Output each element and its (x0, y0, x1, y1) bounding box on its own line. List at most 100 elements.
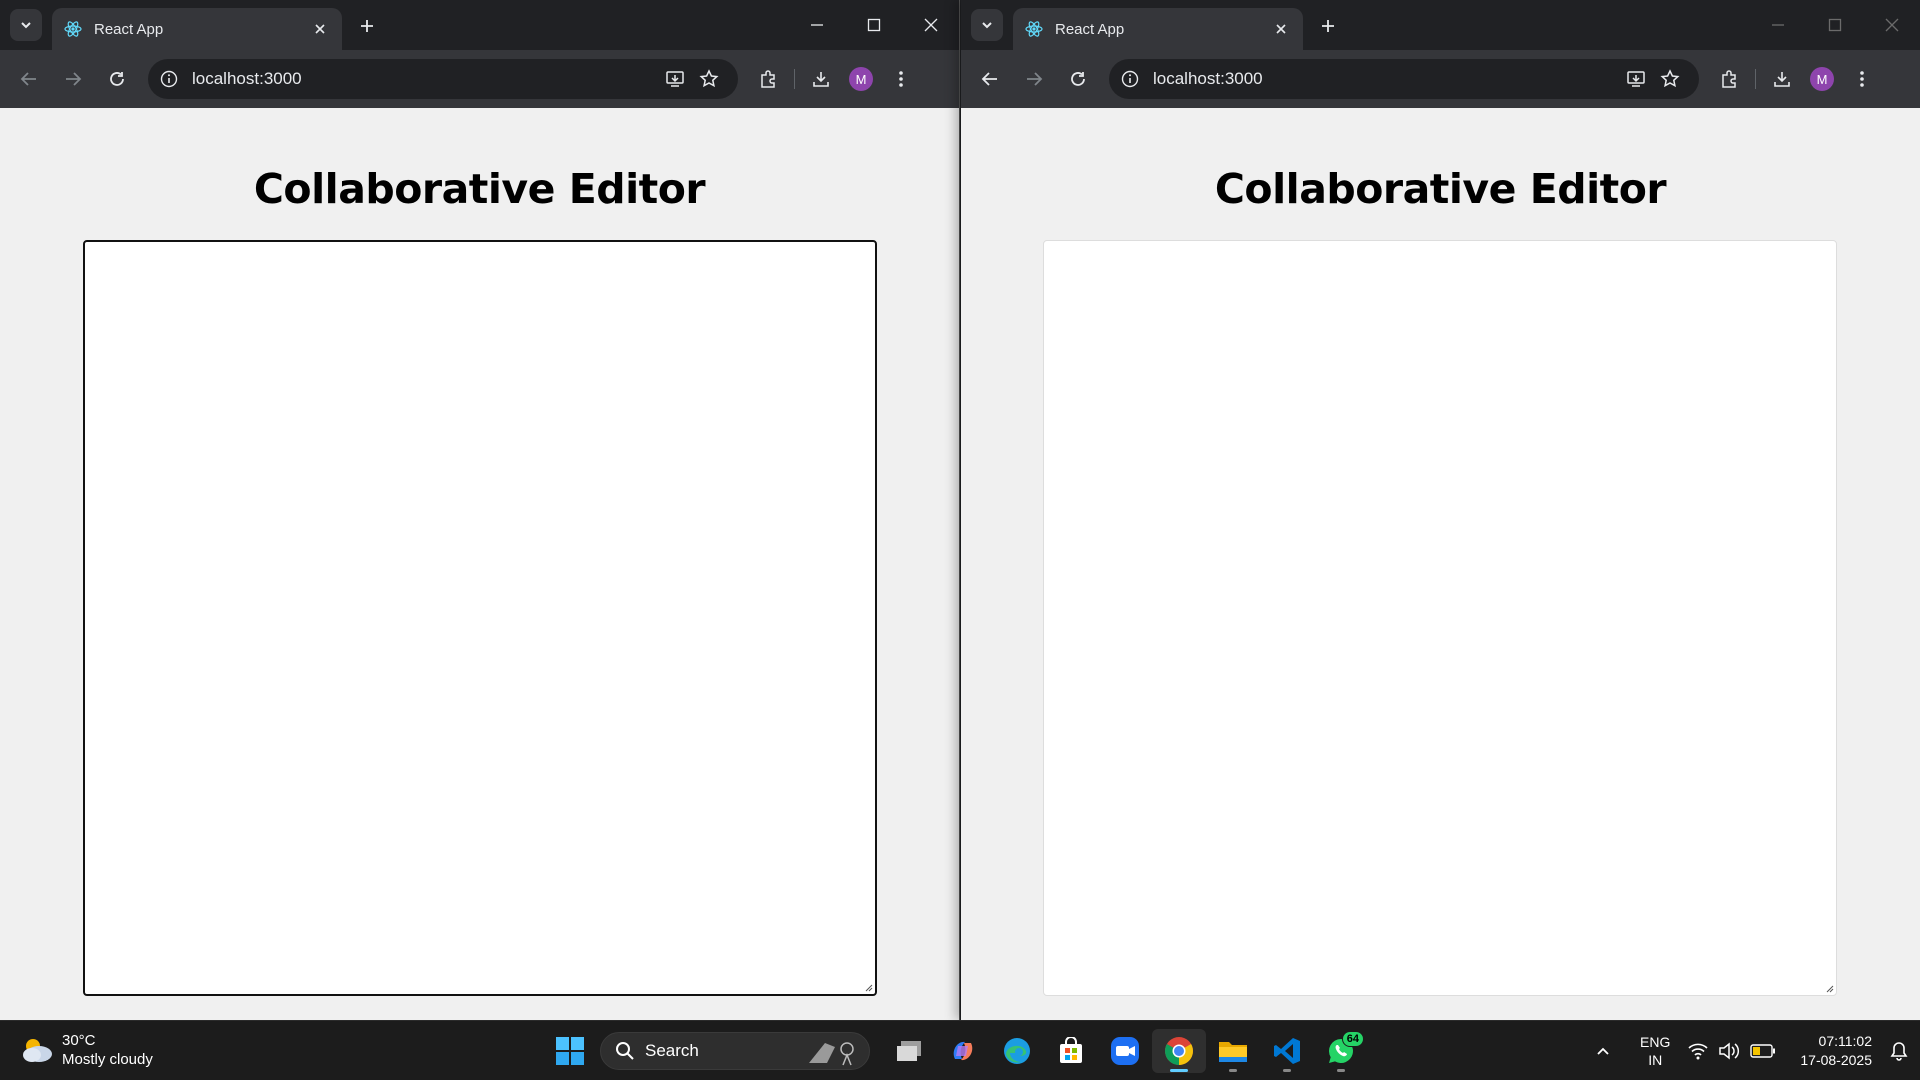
close-window-button[interactable] (1863, 0, 1920, 50)
plus-icon (361, 20, 373, 32)
cloudy-weather-icon (23, 1039, 52, 1062)
edge-app[interactable] (990, 1029, 1044, 1073)
more-menu-icon[interactable] (881, 59, 921, 99)
volume-icon (1719, 1042, 1740, 1060)
close-window-button[interactable] (902, 0, 959, 50)
downloads-icon[interactable] (1762, 59, 1802, 99)
browser-tab[interactable]: React App (52, 8, 342, 50)
address-bar[interactable]: localhost:3000 (148, 59, 738, 99)
back-button[interactable] (973, 62, 1007, 96)
info-icon[interactable] (1121, 70, 1139, 88)
chevron-down-icon (21, 22, 31, 29)
quick-settings[interactable] (1688, 1042, 1776, 1060)
arrow-left-icon (20, 72, 36, 86)
clock[interactable]: 07:11:02 17-08-2025 (1800, 1032, 1872, 1070)
maximize-button[interactable] (1806, 0, 1863, 50)
zoom-app[interactable] (1098, 1029, 1152, 1073)
taskbar: 30°C Mostly cloudy Search 64 ENG IN 07:1… (0, 1020, 1920, 1080)
microsoft-store-app[interactable] (1044, 1029, 1098, 1073)
tab-search-button[interactable] (10, 9, 42, 41)
search-icon (616, 1042, 634, 1060)
taskbar-search[interactable]: Search (600, 1032, 870, 1070)
tab-title: React App (94, 20, 164, 38)
editor-textarea[interactable] (83, 240, 877, 996)
resize-grip-icon[interactable] (863, 982, 873, 992)
folder-icon (1219, 1042, 1247, 1062)
vscode-app[interactable] (1260, 1029, 1314, 1073)
avatar: M (849, 67, 873, 91)
weather-widget[interactable]: 30°C Mostly cloudy (20, 1031, 153, 1069)
battery-icon (1750, 1044, 1776, 1058)
page-content: Collaborative Editor (0, 108, 959, 1020)
language-indicator[interactable]: ENG IN (1640, 1033, 1670, 1069)
reload-button[interactable] (100, 62, 134, 96)
forward-button[interactable] (1017, 62, 1051, 96)
page-title: Collaborative Editor (1214, 165, 1667, 213)
arrow-right-icon (1027, 72, 1043, 86)
toolbar-actions: M (748, 59, 921, 99)
browser-tab[interactable]: React App (1013, 8, 1303, 50)
close-tab-icon[interactable] (310, 19, 330, 39)
address-text[interactable]: localhost:3000 (192, 69, 658, 89)
running-indicator (1170, 1069, 1188, 1072)
notifications-button[interactable] (1884, 1041, 1914, 1061)
bookmark-star-icon[interactable] (692, 62, 726, 96)
window-controls (1749, 0, 1920, 50)
start-button[interactable] (548, 1029, 592, 1073)
forward-button[interactable] (56, 62, 90, 96)
address-bar[interactable]: localhost:3000 (1109, 59, 1699, 99)
weather-condition: Mostly cloudy (62, 1051, 153, 1068)
weather-temp: 30°C (62, 1032, 96, 1049)
wifi-icon (1688, 1043, 1708, 1060)
tab-search-button[interactable] (971, 9, 1003, 41)
chevron-down-icon (982, 22, 992, 29)
back-button[interactable] (12, 62, 46, 96)
minimize-button[interactable] (788, 0, 845, 50)
minimize-icon (810, 24, 823, 26)
extensions-icon[interactable] (1709, 59, 1749, 99)
browser-toolbar: localhost:3000 M (961, 50, 1920, 108)
arrow-left-icon (981, 72, 997, 86)
bookmark-star-icon[interactable] (1653, 62, 1687, 96)
language-line1: ENG (1640, 1034, 1671, 1050)
weather-text: 30°C Mostly cloudy (62, 1031, 153, 1069)
maximize-icon (867, 18, 880, 32)
avatar: M (1810, 67, 1834, 91)
whatsapp-app[interactable]: 64 (1314, 1029, 1368, 1073)
store-icon (1060, 1037, 1082, 1063)
chrome-app[interactable] (1152, 1029, 1206, 1073)
downloads-icon[interactable] (801, 59, 841, 99)
search-highlight-icon (809, 1042, 854, 1066)
system-tray: ENG IN 07:11:02 17-08-2025 (1588, 1021, 1920, 1080)
profile-avatar[interactable]: M (1802, 59, 1842, 99)
profile-avatar[interactable]: M (841, 59, 881, 99)
install-app-icon[interactable] (1619, 62, 1653, 96)
maximize-button[interactable] (845, 0, 902, 50)
new-tab-button[interactable] (1315, 13, 1341, 39)
resize-grip-icon[interactable] (1824, 983, 1834, 993)
info-icon[interactable] (160, 70, 178, 88)
notification-badge: 64 (1341, 1031, 1364, 1047)
editor-textarea[interactable] (1043, 240, 1837, 996)
more-menu-icon[interactable] (1842, 59, 1882, 99)
plus-icon (1322, 20, 1334, 32)
close-icon (924, 18, 937, 32)
zoom-icon (1111, 1037, 1139, 1065)
task-view-app[interactable] (882, 1029, 936, 1073)
copilot-app[interactable] (936, 1029, 990, 1073)
file-explorer-app[interactable] (1206, 1029, 1260, 1073)
minimize-button[interactable] (1749, 0, 1806, 50)
reload-button[interactable] (1061, 62, 1095, 96)
new-tab-button[interactable] (354, 13, 380, 39)
taskbar-apps: Search 64 (548, 1029, 1368, 1073)
install-app-icon[interactable] (658, 62, 692, 96)
toolbar-separator (1755, 69, 1756, 89)
chrome-icon (1165, 1037, 1193, 1065)
address-text[interactable]: localhost:3000 (1153, 69, 1619, 89)
extensions-icon[interactable] (748, 59, 788, 99)
react-logo-icon (64, 21, 82, 37)
close-tab-icon[interactable] (1271, 19, 1291, 39)
show-hidden-icons[interactable] (1588, 1043, 1618, 1059)
page-title: Collaborative Editor (253, 165, 706, 213)
browser-window-right: React App localhost:3000 M Collaborative… (961, 0, 1920, 1020)
